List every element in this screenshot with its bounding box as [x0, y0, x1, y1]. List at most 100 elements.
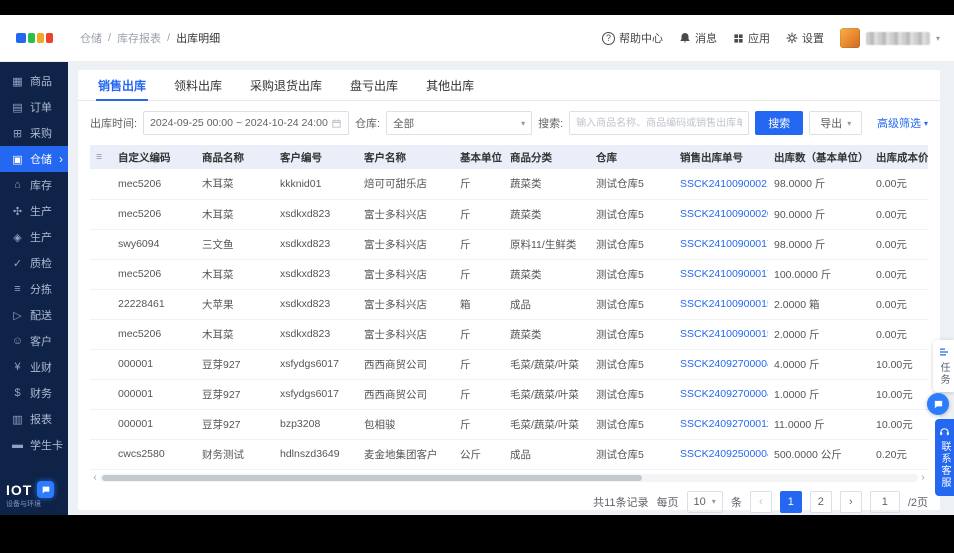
- column-settings-icon[interactable]: ≡: [90, 145, 112, 169]
- sidebar-item-orders[interactable]: ▤ 订单: [0, 94, 68, 120]
- table-cell: hdlnszd3649: [274, 439, 358, 470]
- tab-material-outbound[interactable]: 领料出库: [160, 70, 236, 100]
- topbar-actions: ? 帮助中心 消息 应用 设置 ▾: [601, 28, 940, 48]
- search-button[interactable]: 搜索: [755, 111, 804, 135]
- outbound-order-link[interactable]: SSCK24100900017: [674, 259, 768, 290]
- outbound-order-link[interactable]: SSCK24092500004: [674, 439, 768, 470]
- sidebar-item-warehouse[interactable]: ▣ 仓储 ›: [0, 146, 68, 172]
- horizontal-scrollbar[interactable]: ‹ ›: [90, 472, 928, 483]
- outbound-order-link[interactable]: SSCK24100900015: [674, 319, 768, 350]
- app-logo: [0, 33, 68, 43]
- warehouse-select[interactable]: 全部 ▾: [386, 111, 533, 135]
- search-filter-label: 搜索:: [538, 118, 564, 130]
- iot-logo-block: IOT 设备与环境: [0, 477, 68, 513]
- main-content: 销售出库 领料出库 采购退货出库 盘亏出库 其他出库 出库时间: 2024-09-25 …: [68, 62, 954, 515]
- scrollbar-thumb[interactable]: [102, 474, 642, 481]
- outbound-order-link[interactable]: SSCK24100900020: [674, 199, 768, 230]
- sidebar-item-label: 采购: [30, 128, 52, 140]
- iot-chat-icon[interactable]: [37, 481, 55, 498]
- page-button-2[interactable]: 2: [809, 490, 832, 513]
- search-input[interactable]: [569, 111, 750, 135]
- table-cell: 财务测试: [196, 439, 274, 470]
- sidebar-item-production-2[interactable]: ◈ 生产: [0, 224, 68, 250]
- outbound-table-wrap: ≡ 自定义编码 商品名称 客户编号 客户名称 基本单位 商品分类 仓库 销售出库…: [78, 145, 940, 470]
- breadcrumb-warehouse[interactable]: 仓储: [80, 30, 102, 46]
- table-cell: 三文鱼: [196, 229, 274, 260]
- outbound-order-link[interactable]: SSCK24092700004: [674, 379, 768, 410]
- apps-link[interactable]: 应用: [733, 30, 770, 46]
- table-cell: 1.0000 斤: [768, 379, 870, 410]
- sidebar-item-sorting[interactable]: ≡ 分拣: [0, 276, 68, 302]
- sidebar-item-products[interactable]: ▦ 商品: [0, 68, 68, 94]
- tasks-float-button[interactable]: 任务: [933, 340, 954, 392]
- row-spacer: [90, 349, 112, 380]
- truck-icon: ▷: [13, 309, 22, 322]
- breadcrumb-separator: /: [108, 32, 112, 44]
- logo-square-blue: [15, 33, 26, 43]
- list-icon: ≡: [14, 283, 21, 295]
- tab-loss-outbound[interactable]: 盘亏出库: [336, 70, 412, 100]
- table-cell: 测试仓库5: [590, 319, 674, 350]
- iot-logo-title: IOT: [6, 481, 33, 498]
- scroll-right-arrow[interactable]: ›: [918, 472, 928, 483]
- next-page-button[interactable]: ›: [839, 490, 862, 513]
- question-icon: ?: [601, 31, 615, 45]
- settings-link[interactable]: 设置: [786, 30, 824, 46]
- tab-other-outbound[interactable]: 其他出库: [412, 70, 488, 100]
- help-center-link[interactable]: ? 帮助中心: [601, 30, 663, 46]
- sidebar-item-delivery[interactable]: ▷ 配送: [0, 302, 68, 328]
- table-cell: 毛菜/蔬菜/叶菜: [504, 349, 590, 380]
- outbound-order-link[interactable]: SSCK24100900021: [674, 169, 768, 200]
- table-cell: xsdkxd823: [274, 289, 358, 320]
- sidebar-item-finance[interactable]: $ 财务: [0, 380, 68, 406]
- warehouse-select-value: 全部: [393, 117, 415, 130]
- export-button[interactable]: 导出 ▾: [809, 111, 863, 135]
- table-row: 000001 豆芽927 bzp3208 包相骏斤毛菜/蔬菜/叶菜 测试仓库5 SSCK2…: [90, 409, 928, 440]
- table-cell: 木耳菜: [196, 169, 274, 200]
- sidebar-item-customers[interactable]: ☺ 客户: [0, 328, 68, 354]
- sidebar-item-student-card[interactable]: ▬ 学生卡: [0, 432, 68, 458]
- sidebar-item-inventory[interactable]: ⌂ 库存: [0, 172, 68, 198]
- breadcrumb-inventory-report[interactable]: 库存报表: [117, 30, 161, 46]
- date-range-picker[interactable]: 2024-09-25 00:00 ~ 2024-10-24 24:00: [143, 111, 350, 135]
- chevron-down-icon: ▾: [923, 118, 928, 128]
- sidebar-item-quality-check[interactable]: ✓ 质检: [0, 250, 68, 276]
- advanced-filter-link[interactable]: 高级筛选 ▾: [877, 115, 928, 131]
- table-cell: 0.00元: [870, 289, 928, 320]
- page-buttons: 12: [779, 490, 832, 513]
- page-button-1[interactable]: 1: [779, 490, 802, 513]
- table-cell: 2.0000 箱: [768, 289, 870, 320]
- table-cell: 500.0000 公斤: [768, 439, 870, 470]
- table-cell: 西西商贸公司: [358, 349, 454, 380]
- table-cell: 富士多科兴店: [358, 289, 454, 320]
- screen: 仓储 / 库存报表 / 出库明细 ? 帮助中心 消息 应用 设置 ▾ ▦ 商品 …: [0, 0, 954, 553]
- table-cell: cwcs2580: [112, 439, 196, 470]
- outbound-order-link[interactable]: SSCK24092700004: [674, 349, 768, 380]
- sidebar-item-purchase[interactable]: ⊞ 采购: [0, 120, 68, 146]
- chart-icon: ▥: [12, 413, 23, 426]
- messages-link[interactable]: 消息: [679, 30, 717, 46]
- prev-page-button[interactable]: ‹: [749, 490, 772, 513]
- table-cell: 斤: [454, 379, 504, 410]
- tab-sales-outbound[interactable]: 销售出库: [84, 70, 160, 101]
- table-cell: 豆芽927: [196, 349, 274, 380]
- document-icon: ▤: [12, 101, 23, 114]
- sidebar-item-production[interactable]: ✣ 生产: [0, 198, 68, 224]
- outbound-order-link[interactable]: SSCK24100900017: [674, 229, 768, 260]
- outbound-order-link[interactable]: SSCK24092700011: [674, 409, 768, 440]
- chevron-down-icon: ▾: [711, 497, 716, 506]
- bell-icon: [680, 33, 690, 43]
- tab-purchase-return-outbound[interactable]: 采购退货出库: [236, 70, 336, 100]
- table-cell: 斤: [454, 199, 504, 230]
- sidebar-item-reports[interactable]: ▥ 报表: [0, 406, 68, 432]
- scroll-left-arrow[interactable]: ‹: [90, 472, 100, 483]
- user-menu[interactable]: ▾: [839, 28, 940, 48]
- scrollbar-track[interactable]: [100, 473, 918, 482]
- task-list-icon: [939, 348, 948, 356]
- per-page-select[interactable]: 10 ▾: [686, 490, 723, 513]
- sidebar-item-biz-finance[interactable]: ¥ 业财: [0, 354, 68, 380]
- contact-support-button[interactable]: 联系客服: [935, 419, 954, 496]
- outbound-order-link[interactable]: SSCK24100900015: [674, 289, 768, 320]
- support-bubble-icon[interactable]: [927, 393, 949, 415]
- page-jump-input[interactable]: 1: [869, 490, 900, 513]
